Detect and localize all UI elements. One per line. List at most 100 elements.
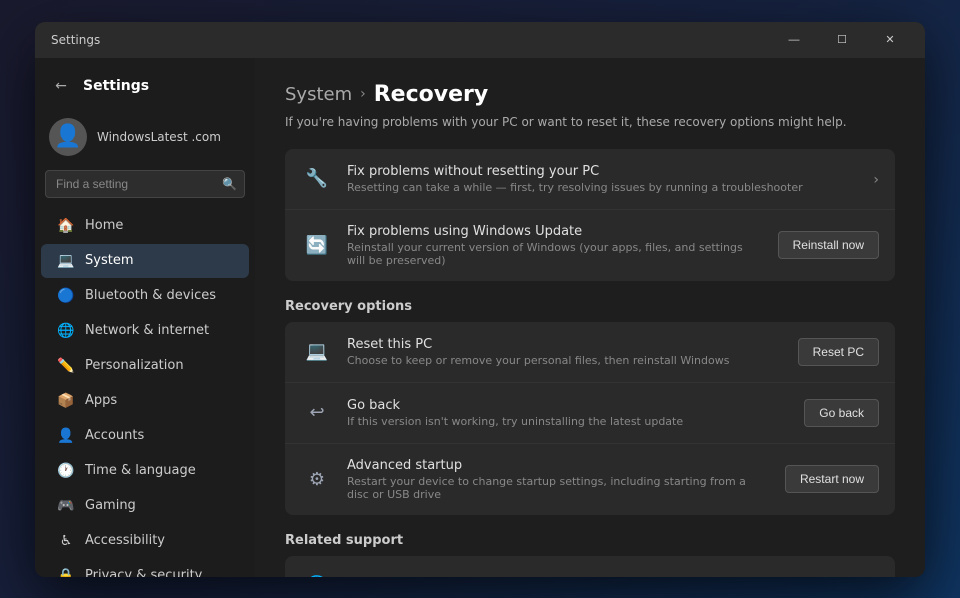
time-icon: 🕐	[57, 462, 75, 480]
advanced-startup-desc: Restart your device to change startup se…	[347, 475, 771, 501]
sidebar-item-label: Accessibility	[85, 533, 165, 548]
breadcrumb-arrow: ›	[360, 86, 366, 102]
advanced-startup-title: Advanced startup	[347, 458, 771, 473]
system-icon: 💻	[57, 252, 75, 270]
fix-no-reset-icon: 🔧	[301, 163, 333, 195]
sidebar-item-label: Personalization	[85, 358, 184, 373]
sidebar-app-title: Settings	[83, 78, 149, 94]
minimize-button[interactable]: —	[771, 25, 817, 55]
titlebar-title: Settings	[51, 33, 100, 47]
sidebar-item-bluetooth[interactable]: 🔵 Bluetooth & devices	[41, 279, 249, 313]
fix-update-button[interactable]: Reinstall now	[778, 231, 879, 259]
breadcrumb: System › Recovery	[285, 82, 895, 107]
search-input[interactable]	[45, 170, 245, 198]
fix-update-desc: Reinstall your current version of Window…	[347, 241, 764, 267]
recovery-section-title: Recovery options	[285, 299, 895, 314]
breadcrumb-current: Recovery	[374, 82, 488, 107]
sidebar-item-label: Network & internet	[85, 323, 209, 338]
user-section: 👤 WindowsLatest .com	[35, 112, 255, 170]
sidebar-item-gaming[interactable]: 🎮 Gaming	[41, 489, 249, 523]
search-icon: 🔍	[222, 177, 237, 191]
apps-icon: 📦	[57, 392, 75, 410]
reset-pc-desc: Choose to keep or remove your personal f…	[347, 354, 784, 367]
bluetooth-icon: 🔵	[57, 287, 75, 305]
sidebar-item-label: Time & language	[85, 463, 196, 478]
sidebar-item-system[interactable]: 💻 System	[41, 244, 249, 278]
reset-pc-title: Reset this PC	[347, 337, 784, 352]
sidebar-item-label: System	[85, 253, 133, 268]
sidebar-item-personalization[interactable]: ✏️ Personalization	[41, 349, 249, 383]
go-back-desc: If this version isn't working, try unins…	[347, 415, 790, 428]
sidebar-item-label: Privacy & security	[85, 568, 202, 577]
breadcrumb-parent: System	[285, 84, 352, 105]
close-button[interactable]: ✕	[867, 25, 913, 55]
recovery-options-card: 💻 Reset this PC Choose to keep or remove…	[285, 322, 895, 515]
page-subtitle: If you're having problems with your PC o…	[285, 115, 895, 129]
maximize-button[interactable]: ☐	[819, 25, 865, 55]
fix-no-reset-text: Fix problems without resetting your PC R…	[347, 164, 859, 194]
sidebar-item-accessibility[interactable]: ♿ Accessibility	[41, 524, 249, 558]
recovery-item-reset-pc: 💻 Reset this PC Choose to keep or remove…	[285, 322, 895, 383]
go-back-text: Go back If this version isn't working, t…	[347, 398, 790, 428]
fix-update-action: Reinstall now	[778, 231, 879, 259]
sidebar-item-apps[interactable]: 📦 Apps	[41, 384, 249, 418]
titlebar: Settings — ☐ ✕	[35, 22, 925, 58]
settings-window: Settings — ☐ ✕ ← Settings 👤 WindowsLates…	[35, 22, 925, 577]
search-box: 🔍	[45, 170, 245, 198]
recovery-item-go-back: ↩ Go back If this version isn't working,…	[285, 383, 895, 444]
sidebar-header: ← Settings	[35, 66, 255, 112]
recovery-item-advanced-startup: ⚙ Advanced startup Restart your device t…	[285, 444, 895, 515]
chevron-right-icon: ›	[873, 172, 879, 188]
sidebar-item-label: Home	[85, 218, 123, 233]
main-content: System › Recovery If you're having probl…	[255, 58, 925, 577]
avatar-icon: 👤	[54, 124, 81, 149]
nav-list: 🏠 Home 💻 System 🔵 Bluetooth & devices 🌐 …	[35, 208, 255, 577]
username: WindowsLatest .com	[97, 130, 221, 144]
related-support-header[interactable]: 🌐 Help with Recovery ∧	[285, 556, 895, 577]
sidebar-item-time[interactable]: 🕐 Time & language	[41, 454, 249, 488]
sidebar-item-label: Accounts	[85, 428, 144, 443]
fix-update-icon: 🔄	[301, 229, 333, 261]
go-back-icon: ↩	[301, 397, 333, 429]
avatar: 👤	[49, 118, 87, 156]
fix-no-reset-action: ›	[873, 169, 879, 188]
reset-pc-button[interactable]: Reset PC	[798, 338, 879, 366]
sidebar-item-home[interactable]: 🏠 Home	[41, 209, 249, 243]
advanced-startup-action: Restart now	[785, 465, 879, 493]
go-back-title: Go back	[347, 398, 790, 413]
titlebar-controls: — ☐ ✕	[771, 25, 913, 55]
advanced-startup-text: Advanced startup Restart your device to …	[347, 458, 771, 501]
fix-update-title: Fix problems using Windows Update	[347, 224, 764, 239]
personalization-icon: ✏️	[57, 357, 75, 375]
fix-no-reset-desc: Resetting can take a while — first, try …	[347, 181, 859, 194]
accessibility-icon: ♿	[57, 532, 75, 550]
network-icon: 🌐	[57, 322, 75, 340]
sidebar-item-label: Gaming	[85, 498, 136, 513]
privacy-icon: 🔒	[57, 567, 75, 577]
fix-update-text: Fix problems using Windows Update Reinst…	[347, 224, 764, 267]
home-icon: 🏠	[57, 217, 75, 235]
sidebar-item-label: Apps	[85, 393, 117, 408]
sidebar-item-label: Bluetooth & devices	[85, 288, 216, 303]
related-support-card: 🌐 Help with Recovery ∧ Creating a recove…	[285, 556, 895, 577]
advanced-startup-button[interactable]: Restart now	[785, 465, 879, 493]
fix-section-card: 🔧 Fix problems without resetting your PC…	[285, 149, 895, 281]
go-back-action: Go back	[804, 399, 879, 427]
gaming-icon: 🎮	[57, 497, 75, 515]
reset-pc-action: Reset PC	[798, 338, 879, 366]
sidebar-item-network[interactable]: 🌐 Network & internet	[41, 314, 249, 348]
fix-no-reset-title: Fix problems without resetting your PC	[347, 164, 859, 179]
reset-pc-text: Reset this PC Choose to keep or remove y…	[347, 337, 784, 367]
sidebar: ← Settings 👤 WindowsLatest .com 🔍 🏠 Home…	[35, 58, 255, 577]
back-button[interactable]: ←	[49, 74, 73, 98]
reset-pc-icon: 💻	[301, 336, 333, 368]
fix-item-fix-update: 🔄 Fix problems using Windows Update Rein…	[285, 210, 895, 281]
go-back-button[interactable]: Go back	[804, 399, 879, 427]
window-body: ← Settings 👤 WindowsLatest .com 🔍 🏠 Home…	[35, 58, 925, 577]
sidebar-item-privacy[interactable]: 🔒 Privacy & security	[41, 559, 249, 577]
sidebar-item-accounts[interactable]: 👤 Accounts	[41, 419, 249, 453]
advanced-startup-icon: ⚙	[301, 463, 333, 495]
related-section-title: Related support	[285, 533, 895, 548]
accounts-icon: 👤	[57, 427, 75, 445]
related-support-icon: 🌐	[301, 570, 333, 577]
